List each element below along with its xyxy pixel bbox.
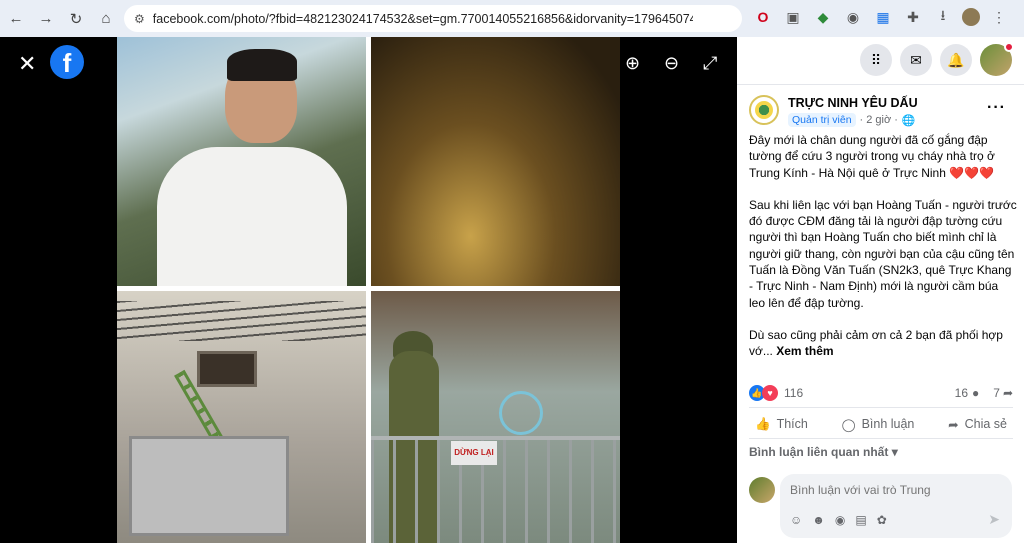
composer-tools: ☺ ☻ ◉ ▤ ✿ bbox=[790, 513, 887, 527]
zoom-in-icon[interactable]: ⊕ bbox=[625, 53, 640, 74]
like-button[interactable]: 👍 Thích bbox=[749, 413, 814, 435]
stop-sign: DỪNG LẠI bbox=[451, 441, 497, 465]
share-button[interactable]: ➦ Chia sẻ bbox=[942, 413, 1013, 435]
more-options-icon[interactable]: ··· bbox=[987, 99, 1006, 117]
photo: DỪNG LẠI bbox=[117, 37, 620, 543]
browser-toolbar: ← → ↻ ⌂ ⚙ facebook.com/photo/?fbid=48212… bbox=[0, 0, 1024, 37]
like-label: Thích bbox=[776, 417, 808, 431]
sort-label: Bình luận liên quan nhất bbox=[749, 445, 889, 459]
post-paragraph: Sau khi liên lạc với bạn Hoàng Tuấn - ng… bbox=[749, 197, 1017, 310]
photo-tile-alley: DỪNG LẠI bbox=[371, 291, 620, 543]
comment-icon: ◯ bbox=[841, 417, 856, 432]
avatar-sticker-icon[interactable]: ☺ bbox=[790, 513, 802, 527]
post-paragraph: Dù sao cũng phải cảm ơn cả 2 bạn đã phối… bbox=[749, 327, 1017, 360]
post-time[interactable]: · 2 giờ · bbox=[860, 114, 898, 126]
group-logo-icon bbox=[755, 101, 773, 119]
back-icon[interactable]: ← bbox=[2, 5, 30, 33]
translate-icon[interactable]: ▦ bbox=[872, 6, 894, 28]
post-meta: Quản trị viên · 2 giờ · 🌐 bbox=[788, 113, 916, 127]
globe-icon: 🌐 bbox=[901, 114, 916, 127]
menu-icon[interactable]: ⋮ bbox=[988, 6, 1010, 28]
post-panel: ⠿ ✉ 🔔 TRỰC NINH YÊU DẤU Quản trị viên · … bbox=[737, 37, 1024, 543]
comment-composer: ☺ ☻ ◉ ▤ ✿ ➤ bbox=[780, 474, 1012, 538]
broken-window bbox=[197, 351, 257, 387]
post-actions: 👍 Thích ◯ Bình luận ➦ Chia sẻ bbox=[749, 413, 1013, 435]
photo-tile-building-wall bbox=[117, 291, 366, 543]
actions-divider bbox=[749, 438, 1013, 439]
image-icon[interactable]: ▣ bbox=[782, 6, 804, 28]
see-more-link[interactable]: Xem thêm bbox=[776, 344, 833, 358]
close-icon[interactable]: ✕ bbox=[18, 51, 36, 77]
address-bar[interactable]: ⚙ facebook.com/photo/?fbid=4821230241745… bbox=[124, 5, 742, 32]
notification-dot bbox=[1004, 42, 1014, 52]
bicycle bbox=[499, 391, 543, 435]
header-actions: ⠿ ✉ 🔔 bbox=[860, 42, 1014, 76]
power-wires bbox=[117, 301, 366, 341]
photo-viewer: ✕ f DỪNG LẠI ⊕ ⊖ ⤢ bbox=[0, 37, 737, 543]
menu-grid-icon[interactable]: ⠿ bbox=[860, 44, 892, 76]
puzzle-icon[interactable]: ✚ bbox=[902, 6, 924, 28]
share-count[interactable]: 7 bbox=[993, 386, 1000, 400]
messenger-icon[interactable]: ✉ bbox=[900, 44, 932, 76]
post-body: Đây mới là chân dung người đã cố gắng đậ… bbox=[749, 132, 1017, 376]
share-icon: ➦ bbox=[948, 417, 959, 432]
air-conditioner bbox=[129, 436, 289, 536]
group-avatar[interactable] bbox=[749, 95, 779, 125]
caret-down-icon: ▾ bbox=[891, 445, 898, 459]
comment-input[interactable] bbox=[790, 483, 990, 497]
forward-icon[interactable]: → bbox=[32, 5, 60, 33]
post-paragraph: Đây mới là chân dung người đã cố gắng đậ… bbox=[749, 133, 995, 180]
share-arrow-icon: ➦ bbox=[1002, 386, 1013, 400]
reaction-count[interactable]: 116 bbox=[784, 386, 803, 400]
comment-sort[interactable]: Bình luận liên quan nhất ▾ bbox=[749, 445, 898, 459]
facebook-logo-icon[interactable]: f bbox=[50, 45, 84, 79]
site-info-icon[interactable]: ⚙ bbox=[134, 12, 145, 26]
photo-tile-portrait bbox=[117, 37, 366, 286]
emoji-icon[interactable]: ☻ bbox=[812, 513, 825, 527]
zoom-out-icon[interactable]: ⊖ bbox=[664, 53, 679, 74]
send-icon[interactable]: ➤ bbox=[988, 511, 1000, 528]
photo-tile-fire-night bbox=[371, 37, 620, 286]
comment-label: Bình luận bbox=[861, 417, 915, 431]
love-reaction-icon[interactable]: ♥ bbox=[762, 385, 778, 401]
comment-button[interactable]: ◯ Bình luận bbox=[836, 413, 921, 435]
stats-divider bbox=[749, 407, 1013, 408]
commenter-avatar bbox=[749, 477, 775, 503]
header-divider bbox=[737, 84, 1024, 85]
account-avatar[interactable] bbox=[980, 42, 1014, 76]
gif-icon[interactable]: ▤ bbox=[855, 513, 866, 527]
person-shirt bbox=[157, 147, 347, 286]
camera-icon[interactable]: ◉ bbox=[842, 6, 864, 28]
thumb-up-icon: 👍 bbox=[755, 416, 771, 431]
comment-count[interactable]: 16 bbox=[955, 386, 968, 400]
opera-icon[interactable]: O bbox=[752, 6, 774, 28]
role-badge[interactable]: Quản trị viên bbox=[788, 113, 856, 127]
notifications-icon[interactable]: 🔔 bbox=[940, 44, 972, 76]
sticker-icon[interactable]: ✿ bbox=[877, 513, 887, 527]
profile-icon[interactable] bbox=[962, 8, 980, 26]
reaction-summary: 👍 ♥ 116 16 ● 7 ➦ bbox=[749, 383, 1013, 403]
url-text[interactable]: facebook.com/photo/?fbid=482123024174532… bbox=[153, 12, 693, 26]
extensions-bar: O ▣ ◆ ◉ ▦ ✚ ⭳ ⋮ bbox=[752, 6, 1010, 28]
home-icon[interactable]: ⌂ bbox=[92, 5, 120, 33]
reload-icon[interactable]: ↻ bbox=[62, 5, 90, 33]
share-label: Chia sẻ bbox=[964, 417, 1007, 431]
fullscreen-icon[interactable]: ⤢ bbox=[703, 53, 717, 74]
extension-icon[interactable]: ◆ bbox=[812, 6, 834, 28]
group-name[interactable]: TRỰC NINH YÊU DẤU bbox=[788, 96, 918, 110]
comment-bubble-icon: ● bbox=[972, 386, 980, 400]
download-icon[interactable]: ⭳ bbox=[932, 6, 954, 28]
camera-icon[interactable]: ◉ bbox=[835, 513, 845, 527]
person-hair bbox=[227, 49, 297, 81]
